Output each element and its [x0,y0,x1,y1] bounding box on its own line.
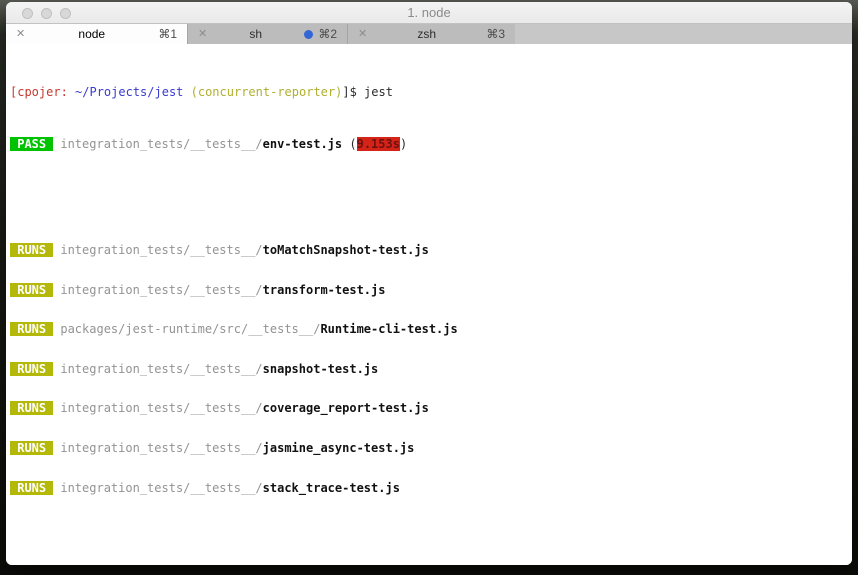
test-file: Runtime-cli-test.js [320,322,458,337]
activity-dot-icon [304,29,314,39]
time-paren-close: ) [399,137,408,152]
pass-line: PASS integration_tests/__tests__/env-tes… [10,137,852,152]
test-file: coverage_report-test.js [262,401,429,416]
tab-zsh[interactable]: ✕ zsh ⌘3 [347,24,515,44]
test-dir: integration_tests/__tests__/ [60,440,263,455]
close-tab-icon[interactable]: ✕ [198,24,207,44]
test-dir: integration_tests/__tests__/ [60,361,263,376]
runs-badge: RUNS [10,440,54,455]
runs-badge: RUNS [10,322,54,337]
runs-badge: RUNS [10,480,54,495]
test-file: toMatchSnapshot-test.js [262,243,429,257]
close-window-button[interactable] [22,8,33,19]
prompt-path: ~/Projects/jest [75,84,191,99]
test-dir: integration_tests/__tests__/ [60,243,263,257]
test-dir: integration_tests/__tests__/ [60,480,263,495]
tab-shortcut: ⌘1 [158,27,177,41]
tab-label: zsh [417,27,437,41]
tab-shortcut: ⌘3 [486,27,505,41]
pass-badge: PASS [10,137,54,152]
terminal-window: 1. node ✕ node ⌘1 ✕ sh ⌘2 ✕ zsh ⌘3 [cpoj… [6,2,852,565]
runs-line: RUNS integration_tests/__tests__/jasmine… [10,440,852,455]
tab-sh[interactable]: ✕ sh ⌘2 [187,24,347,44]
prompt-suffix: ]$ [342,84,365,99]
tab-node[interactable]: ✕ node ⌘1 [6,24,187,44]
title-bar: 1. node [6,2,852,24]
test-dir: integration_tests/__tests__/ [60,282,263,297]
terminal-output[interactable]: [cpojer: ~/Projects/jest (concurrent-rep… [6,44,852,565]
close-tab-icon[interactable]: ✕ [16,24,25,44]
test-dir: integration_tests/__tests__/ [60,401,263,416]
zoom-window-button[interactable] [60,8,71,19]
runs-badge: RUNS [10,361,54,376]
test-dir: integration_tests/__tests__/ [60,137,263,152]
tab-label: node [78,27,106,41]
typed-command: jest [364,84,393,99]
runs-badge: RUNS [10,243,54,257]
runs-badge: RUNS [10,401,54,416]
time-paren-open: ( [342,137,357,152]
runs-line: RUNS integration_tests/__tests__/toMatch… [10,243,852,257]
prompt-user: [cpojer: [10,84,76,99]
runs-line: RUNS integration_tests/__tests__/snapsho… [10,361,852,376]
slow-time-badge: 9.153s [356,137,400,152]
test-file: transform-test.js [262,282,386,297]
test-file: snapshot-test.js [262,361,379,376]
tab-bar: ✕ node ⌘1 ✕ sh ⌘2 ✕ zsh ⌘3 [6,24,852,44]
test-file: stack_trace-test.js [262,480,400,495]
test-dir: packages/jest-runtime/src/__tests__/ [60,322,321,337]
prompt-branch: (concurrent-reporter) [190,84,343,99]
traffic-lights [22,8,71,19]
shell-prompt-line: [cpojer: ~/Projects/jest (concurrent-rep… [10,84,852,99]
test-file: env-test.js [262,137,343,152]
close-tab-icon[interactable]: ✕ [358,24,367,44]
runs-badge: RUNS [10,282,54,297]
runs-line: RUNS integration_tests/__tests__/coverag… [10,401,852,416]
tab-shortcut: ⌘2 [318,27,337,41]
runs-line: RUNS integration_tests/__tests__/transfo… [10,282,852,297]
window-title: 1. node [407,5,451,20]
tab-label: sh [249,27,263,41]
runs-line: RUNS packages/jest-runtime/src/__tests__… [10,322,852,337]
minimize-window-button[interactable] [41,8,52,19]
tab-bar-empty-area [515,24,852,44]
runs-line: RUNS integration_tests/__tests__/stack_t… [10,480,852,495]
test-file: jasmine_async-test.js [262,440,415,455]
